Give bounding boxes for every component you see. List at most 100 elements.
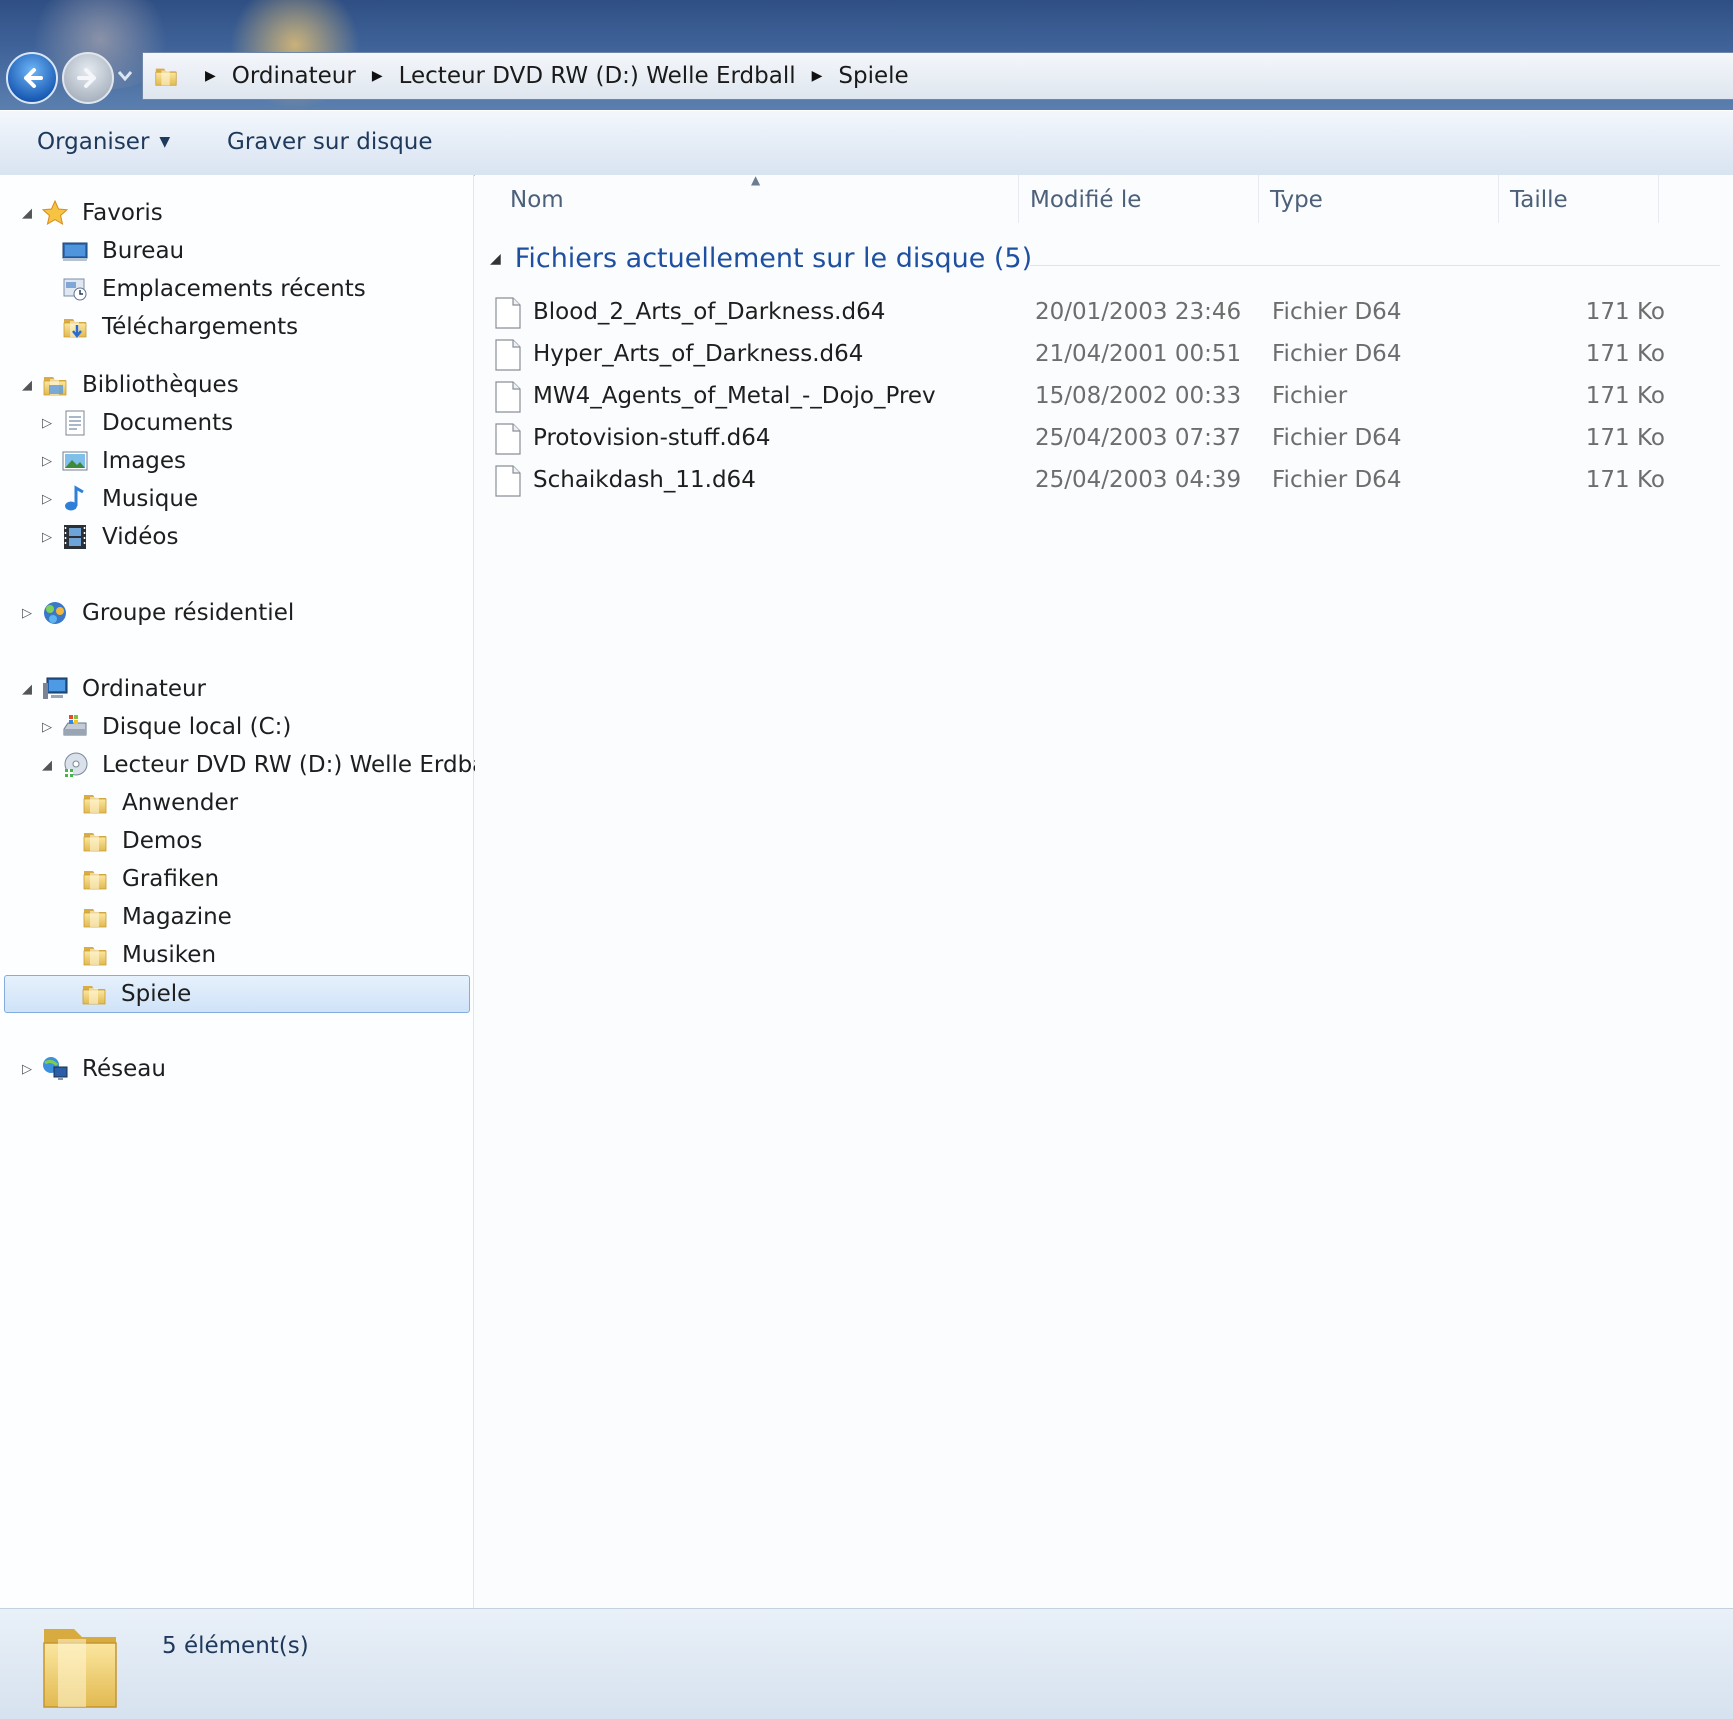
libraries-icon [40,370,70,400]
file-size: 171 Ko [1585,383,1665,409]
star-icon [40,198,70,228]
breadcrumb-chevron-icon[interactable]: ▶ [372,68,383,84]
column-header-type[interactable]: Type [1270,187,1323,213]
nav-local-disk[interactable]: ▷ Disque local (C:) [38,707,291,747]
address-bar[interactable]: ▶ Ordinateur ▶ Lecteur DVD RW (D:) Welle… [142,52,1733,100]
folder-icon [80,788,110,818]
file-icon [495,297,521,329]
file-size: 171 Ko [1585,425,1665,451]
file-list-pane: ▲ Nom Modifié le Type Taille ◢ Fichiers … [475,173,1733,1608]
folder-icon [80,826,110,856]
nav-label: Grafiken [122,866,220,892]
burn-to-disc-button[interactable]: Graver sur disque [227,129,433,155]
file-row[interactable]: Schaikdash_11.d64 25/04/2003 04:39 Fichi… [495,461,1715,501]
nav-documents[interactable]: ▷ Documents [38,403,233,443]
collapsed-arrow-icon[interactable]: ▷ [38,454,56,469]
nav-label: Demos [122,828,203,854]
column-header-name[interactable]: Nom [510,187,564,213]
file-size: 171 Ko [1585,299,1665,325]
nav-dvd-drive[interactable]: ◢ Lecteur DVD RW (D:) Welle Erdball [38,745,499,785]
group-header[interactable]: ◢ Fichiers actuellement sur le disque (5… [490,243,1032,274]
breadcrumb-computer[interactable]: Ordinateur [232,63,356,89]
nav-computer[interactable]: ◢ Ordinateur [18,669,206,709]
recent-pages-dropdown-icon[interactable] [116,66,134,84]
file-size: 171 Ko [1585,467,1665,493]
file-modified: 15/08/2002 00:33 [1035,383,1242,409]
collapsed-arrow-icon[interactable]: ▷ [38,492,56,507]
nav-favorites[interactable]: ◢ Favoris [18,193,163,233]
nav-videos[interactable]: ▷ Vidéos [38,517,178,557]
file-name: Protovision-stuff.d64 [533,425,771,451]
nav-label: Vidéos [102,524,179,550]
expanded-arrow-icon[interactable]: ◢ [18,682,36,697]
nav-desktop[interactable]: Bureau [38,231,184,271]
file-type: Fichier D64 [1272,467,1402,493]
nav-downloads[interactable]: Téléchargements [38,307,298,347]
file-type: Fichier D64 [1272,425,1402,451]
back-button[interactable] [6,52,58,104]
downloads-folder-icon [60,312,90,342]
nav-folder-anwender[interactable]: Anwender [58,783,238,823]
group-title: Fichiers actuellement sur le disque (5) [514,243,1033,274]
homegroup-icon [40,598,70,628]
breadcrumb-chevron-icon[interactable]: ▶ [812,68,823,84]
collapsed-arrow-icon[interactable]: ▷ [38,530,56,545]
file-row[interactable]: Blood_2_Arts_of_Darkness.d64 20/01/2003 … [495,293,1715,333]
folder-icon [80,864,110,894]
expanded-arrow-icon[interactable]: ◢ [18,206,36,221]
nav-label: Spiele [121,981,192,1007]
nav-folder-grafiken[interactable]: Grafiken [58,859,219,899]
collapsed-arrow-icon[interactable]: ▷ [38,416,56,431]
breadcrumb-chevron-icon[interactable]: ▶ [205,68,216,84]
file-modified: 20/01/2003 23:46 [1035,299,1242,325]
nav-folder-spiele-selected[interactable]: Spiele [4,975,470,1013]
collapsed-arrow-icon[interactable]: ▷ [18,1062,36,1077]
file-name: MW4_Agents_of_Metal_-_Dojo_Prev [533,383,936,409]
expanded-arrow-icon[interactable]: ◢ [38,758,56,773]
nav-label: Bibliothèques [82,372,239,398]
nav-label: Emplacements récents [102,276,366,302]
organize-button[interactable]: Organiser ▼ [37,129,170,155]
nav-pictures[interactable]: ▷ Images [38,441,186,481]
file-row[interactable]: Hyper_Arts_of_Darkness.d64 21/04/2001 00… [495,335,1715,375]
item-count: 5 élément(s) [162,1633,309,1659]
column-divider[interactable] [1258,175,1259,223]
music-icon [60,484,90,514]
column-divider[interactable] [1018,175,1019,223]
nav-folder-demos[interactable]: Demos [58,821,202,861]
nav-label: Groupe résidentiel [82,600,295,626]
column-headers: ▲ Nom Modifié le Type Taille [475,173,1733,225]
file-size: 171 Ko [1585,341,1665,367]
file-icon [495,465,521,497]
file-type: Fichier D64 [1272,341,1402,367]
forward-button[interactable] [62,52,114,104]
nav-recent-places[interactable]: Emplacements récents [38,269,366,309]
file-row[interactable]: MW4_Agents_of_Metal_-_Dojo_Prev 15/08/20… [495,377,1715,417]
organize-label: Organiser [37,129,150,155]
nav-homegroup[interactable]: ▷ Groupe résidentiel [18,593,294,633]
computer-icon [40,674,70,704]
navigation-pane: ◢ Favoris Bureau Emplacements récents Té… [0,175,499,1608]
breadcrumb-current-folder[interactable]: Spiele [838,63,908,89]
nav-libraries[interactable]: ◢ Bibliothèques [18,365,239,405]
nav-folder-magazine[interactable]: Magazine [58,897,232,937]
collapse-group-arrow-icon[interactable]: ◢ [490,251,501,267]
nav-label: Musique [102,486,199,512]
column-header-size[interactable]: Taille [1510,187,1568,213]
expanded-arrow-icon[interactable]: ◢ [18,378,36,393]
column-divider[interactable] [1658,175,1659,223]
nav-network[interactable]: ▷ Réseau [18,1049,166,1089]
column-divider[interactable] [1498,175,1499,223]
nav-label: Téléchargements [102,314,299,340]
videos-icon [60,522,90,552]
nav-folder-musiken[interactable]: Musiken [58,935,216,975]
collapsed-arrow-icon[interactable]: ▷ [18,606,36,621]
column-header-modified[interactable]: Modifié le [1030,187,1141,213]
nav-music[interactable]: ▷ Musique [38,479,198,519]
group-divider [1030,265,1720,266]
file-row[interactable]: Protovision-stuff.d64 25/04/2003 07:37 F… [495,419,1715,459]
collapsed-arrow-icon[interactable]: ▷ [38,720,56,735]
chevron-down-icon: ▼ [159,134,171,150]
file-icon [495,381,521,413]
breadcrumb-dvd-drive[interactable]: Lecteur DVD RW (D:) Welle Erdball [399,63,796,89]
